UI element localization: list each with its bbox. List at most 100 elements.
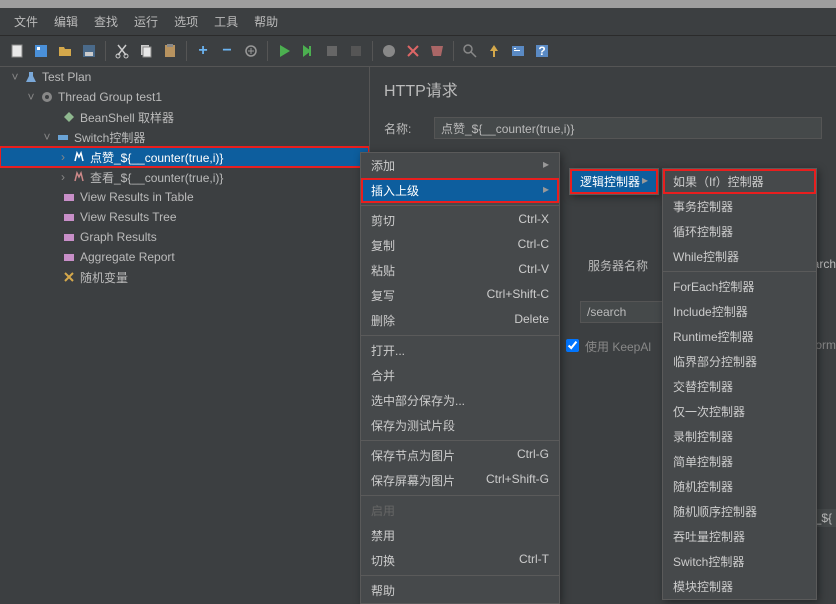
- search-icon[interactable]: [459, 40, 481, 62]
- toolbar: + − ?: [0, 36, 836, 67]
- ctx-save-screen-img[interactable]: 保存屏幕为图片Ctrl+Shift-G: [361, 468, 559, 493]
- paste-icon[interactable]: [159, 40, 181, 62]
- http-icon: [71, 169, 87, 185]
- template-icon[interactable]: [30, 40, 52, 62]
- menu-edit[interactable]: 编辑: [46, 10, 86, 33]
- ctx-copy[interactable]: 复制Ctrl-C: [361, 233, 559, 258]
- tree-label: 随机变量: [80, 269, 128, 286]
- submenu-arrow-icon: ▸: [642, 173, 648, 190]
- ctx-transaction-controller[interactable]: 事务控制器: [663, 194, 816, 219]
- tree-label: View Results in Table: [80, 190, 194, 204]
- tree-switch[interactable]: ˅ Switch控制器: [0, 127, 369, 147]
- copy-icon[interactable]: [135, 40, 157, 62]
- open-icon[interactable]: [54, 40, 76, 62]
- clear-icon[interactable]: [402, 40, 424, 62]
- panel-title: HTTP请求: [384, 77, 822, 101]
- collapse-icon[interactable]: −: [216, 40, 238, 62]
- ctx-runtime-controller[interactable]: Runtime控制器: [663, 324, 816, 349]
- menu-file[interactable]: 文件: [6, 10, 46, 33]
- tree-random-var[interactable]: 随机变量: [0, 267, 369, 287]
- tree-label: BeanShell 取样器: [80, 109, 174, 126]
- server-label: 服务器名称: [588, 257, 648, 274]
- ctx-add[interactable]: 添加▸: [361, 153, 559, 178]
- ctx-save-selection[interactable]: 选中部分保存为...: [361, 388, 559, 413]
- http-icon: [71, 149, 87, 165]
- submenu-arrow-icon: ▸: [543, 157, 549, 174]
- toggle-icon[interactable]: [240, 40, 262, 62]
- ctx-critical-controller[interactable]: 临界部分控制器: [663, 349, 816, 374]
- ctx-loop-controller[interactable]: 循环控制器: [663, 219, 816, 244]
- ctx-random-order-controller[interactable]: 随机顺序控制器: [663, 499, 816, 524]
- ctx-paste[interactable]: 粘贴Ctrl-V: [361, 258, 559, 283]
- ctx-foreach-controller[interactable]: ForEach控制器: [663, 274, 816, 299]
- menu-run[interactable]: 运行: [126, 10, 166, 33]
- ctx-enable[interactable]: 启用: [361, 498, 559, 523]
- keepalive-checkbox[interactable]: [566, 339, 579, 352]
- ctx-include-controller[interactable]: Include控制器: [663, 299, 816, 324]
- function-helper-icon[interactable]: [507, 40, 529, 62]
- ctx-logic-controller[interactable]: 逻辑控制器▸: [570, 169, 658, 194]
- results-icon: [61, 189, 77, 205]
- ctx-if-controller[interactable]: 如果（If）控制器: [663, 169, 816, 194]
- ctx-random-controller[interactable]: 随机控制器: [663, 474, 816, 499]
- ctx-disable[interactable]: 禁用: [361, 523, 559, 548]
- ctx-throughput-controller[interactable]: 吞吐量控制器: [663, 524, 816, 549]
- chevron-right-icon: ›: [58, 150, 68, 164]
- ctx-interleave-controller[interactable]: 交替控制器: [663, 374, 816, 399]
- controller-icon: [55, 129, 71, 145]
- ctx-simple-controller[interactable]: 简单控制器: [663, 449, 816, 474]
- results-icon: [61, 209, 77, 225]
- menubar: 文件 编辑 查找 运行 选项 工具 帮助: [0, 8, 836, 36]
- path-input[interactable]: [580, 301, 670, 323]
- context-menu: 添加▸ 插入上级▸ 剪切Ctrl-X 复制Ctrl-C 粘贴Ctrl-V 复写C…: [360, 152, 560, 604]
- ctx-module-controller[interactable]: 模块控制器: [663, 574, 816, 599]
- ctx-toggle[interactable]: 切换Ctrl-T: [361, 548, 559, 573]
- submenu-logic-controllers: 如果（If）控制器 事务控制器 循环控制器 While控制器 ForEach控制…: [662, 168, 817, 600]
- clear-all-icon[interactable]: [426, 40, 448, 62]
- tree-label: Switch控制器: [74, 129, 145, 146]
- help-icon[interactable]: ?: [531, 40, 553, 62]
- ctx-switch-controller[interactable]: Switch控制器: [663, 549, 816, 574]
- run-icon[interactable]: [273, 40, 295, 62]
- gear-icon: [39, 89, 55, 105]
- tree-beanshell[interactable]: BeanShell 取样器: [0, 107, 369, 127]
- ctx-merge[interactable]: 合并: [361, 363, 559, 388]
- tree-results-table[interactable]: View Results in Table: [0, 187, 369, 207]
- tree-graph-results[interactable]: Graph Results: [0, 227, 369, 247]
- ctx-open[interactable]: 打开...: [361, 338, 559, 363]
- ctx-insert-parent[interactable]: 插入上级▸: [361, 178, 559, 203]
- ctx-save-node-img[interactable]: 保存节点为图片Ctrl-G: [361, 443, 559, 468]
- tree-aggregate[interactable]: Aggregate Report: [0, 247, 369, 267]
- stop-icon[interactable]: [321, 40, 343, 62]
- ctx-once-controller[interactable]: 仅一次控制器: [663, 399, 816, 424]
- tree-view-sampler[interactable]: › 查看_${__counter(true,i)}: [0, 167, 369, 187]
- run-no-pause-icon[interactable]: [297, 40, 319, 62]
- menu-search[interactable]: 查找: [86, 10, 126, 33]
- expand-icon[interactable]: +: [192, 40, 214, 62]
- remote-start-icon[interactable]: [378, 40, 400, 62]
- ctx-help[interactable]: 帮助: [361, 578, 559, 603]
- ctx-delete[interactable]: 删除Delete: [361, 308, 559, 333]
- menu-options[interactable]: 选项: [166, 10, 206, 33]
- ctx-cut[interactable]: 剪切Ctrl-X: [361, 208, 559, 233]
- tree-label: Thread Group test1: [58, 90, 162, 104]
- menu-tools[interactable]: 工具: [206, 10, 246, 33]
- ctx-save-fragment[interactable]: 保存为测试片段: [361, 413, 559, 438]
- ctx-while-controller[interactable]: While控制器: [663, 244, 816, 269]
- menu-help[interactable]: 帮助: [246, 10, 286, 33]
- shutdown-icon[interactable]: [345, 40, 367, 62]
- reset-search-icon[interactable]: [483, 40, 505, 62]
- results-icon: [61, 249, 77, 265]
- cut-icon[interactable]: [111, 40, 133, 62]
- tree-thread-group[interactable]: ˅ Thread Group test1: [0, 87, 369, 107]
- name-input[interactable]: [434, 117, 822, 139]
- tree-results-tree[interactable]: View Results Tree: [0, 207, 369, 227]
- tree-root[interactable]: ˅ Test Plan: [0, 67, 369, 87]
- ctx-recording-controller[interactable]: 录制控制器: [663, 424, 816, 449]
- new-icon[interactable]: [6, 40, 28, 62]
- ctx-duplicate[interactable]: 复写Ctrl+Shift-C: [361, 283, 559, 308]
- tree-like-sampler[interactable]: › 点赞_${__counter(true,i)}: [0, 147, 369, 167]
- save-icon[interactable]: [78, 40, 100, 62]
- name-label: 名称:: [384, 120, 434, 137]
- tree-label: View Results Tree: [80, 210, 177, 224]
